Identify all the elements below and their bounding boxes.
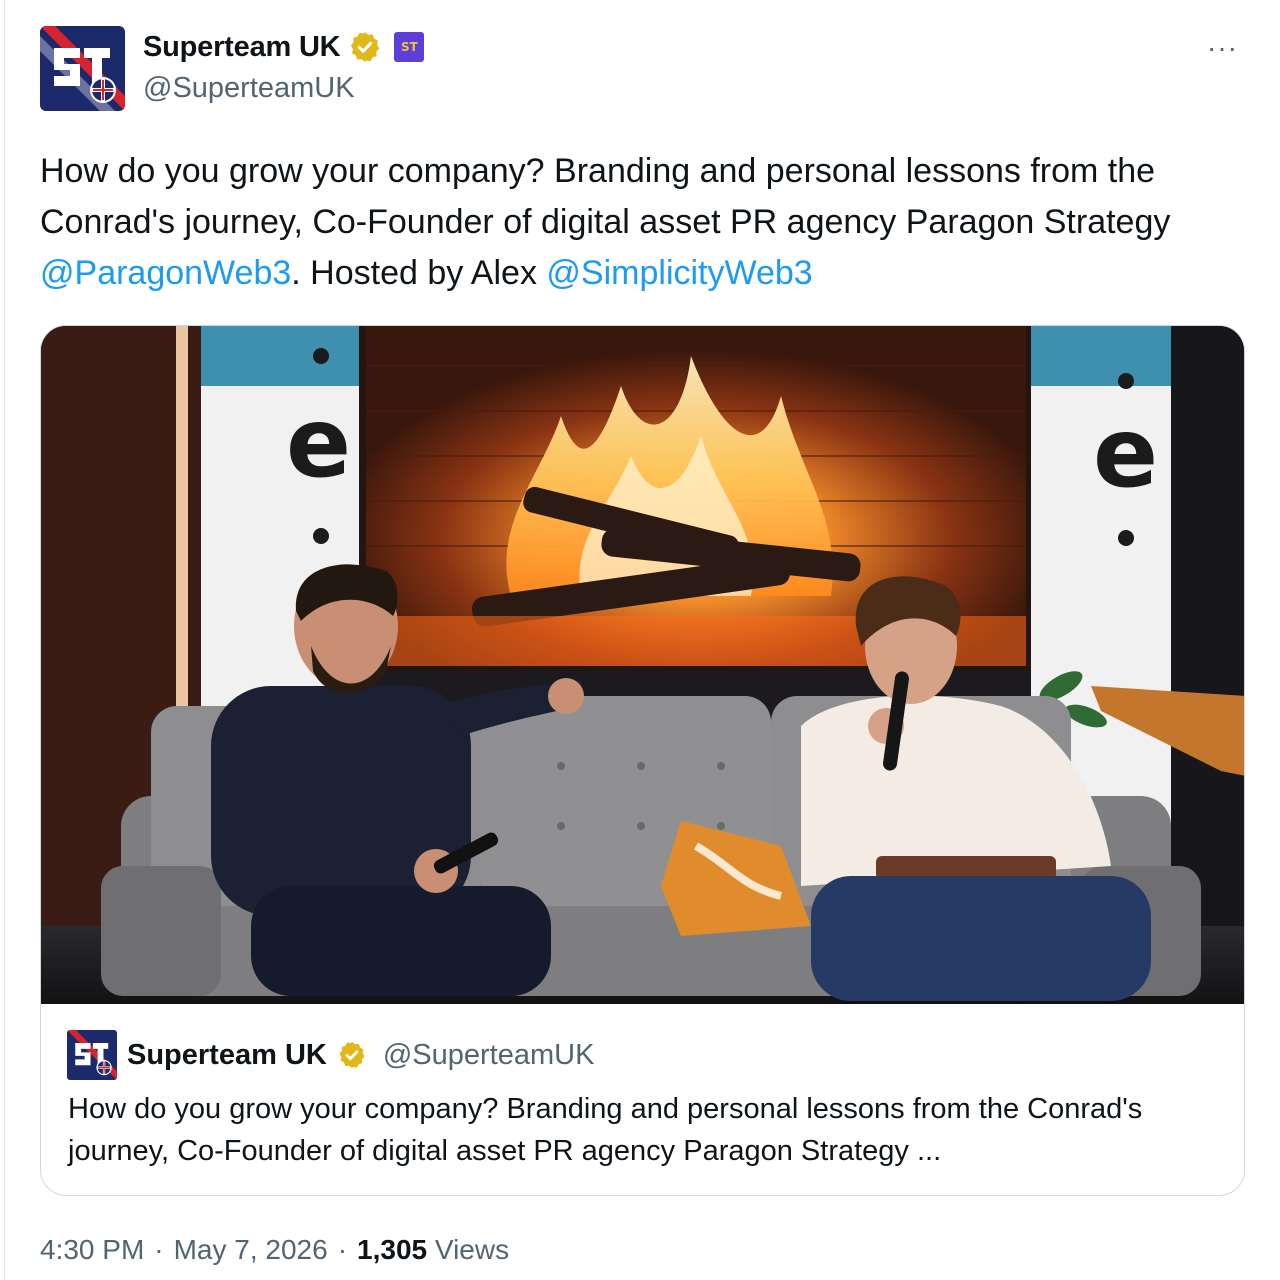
quoted-tweet-card[interactable]: e e Superteam UK @SuperteamUK How do you… xyxy=(40,325,1245,1196)
gold-verified-badge-icon[interactable] xyxy=(337,1040,367,1070)
timeline-divider xyxy=(4,0,5,1280)
quoted-author-avatar[interactable] xyxy=(67,1030,117,1080)
gold-verified-badge-icon[interactable] xyxy=(348,30,382,64)
tweet-metadata: 4:30 PM · May 7, 2026 · 1,305 Views xyxy=(40,1234,509,1266)
superteam-uk-logo-icon xyxy=(67,1030,117,1080)
mention-link-simplicityweb3[interactable]: @SimplicityWeb3 xyxy=(546,254,812,292)
views-stat[interactable]: 1,305 Views xyxy=(357,1234,509,1266)
tweet-text-segment: . Hosted by Alex xyxy=(291,254,547,292)
tweet-time[interactable]: 4:30 PM xyxy=(40,1234,144,1266)
mention-link-paragonweb3[interactable]: @ParagonWeb3 xyxy=(40,254,291,292)
meta-separator: · xyxy=(154,1234,164,1265)
quoted-tweet-text: How do you grow your company? Branding a… xyxy=(68,1093,1143,1167)
tweet-text: How do you grow your company? Branding a… xyxy=(40,146,1240,299)
more-options-icon[interactable]: ··· xyxy=(1207,32,1238,64)
superteam-uk-logo-icon xyxy=(40,26,125,111)
superteam-affiliate-badge-icon[interactable]: ST xyxy=(394,32,425,62)
author-name-row: Superteam UK ST xyxy=(143,28,425,66)
svg-text:e: e xyxy=(286,387,351,499)
author-avatar[interactable] xyxy=(40,26,125,111)
quoted-author-display-name[interactable]: Superteam UK xyxy=(127,1039,327,1072)
quoted-tweet-header: Superteam UK @SuperteamUK xyxy=(67,1029,594,1081)
meta-separator: · xyxy=(337,1234,348,1265)
author-display-name[interactable]: Superteam UK xyxy=(143,31,341,64)
views-label: Views xyxy=(434,1234,510,1265)
author-handle[interactable]: @SuperteamUK xyxy=(143,72,355,105)
affiliate-badge-letters: ST xyxy=(401,40,418,54)
views-count: 1,305 xyxy=(357,1234,428,1265)
svg-text:e: e xyxy=(1093,397,1158,509)
quoted-tweet-media[interactable]: e e xyxy=(41,326,1244,1004)
tweet-date[interactable]: May 7, 2026 xyxy=(174,1234,328,1266)
quoted-author-handle[interactable]: @SuperteamUK xyxy=(383,1039,595,1072)
tweet-text-segment: How do you grow your company? Branding a… xyxy=(40,152,1171,241)
tweet-header: Superteam UK ST @SuperteamUK ··· xyxy=(40,26,1250,112)
media-photo-illustration: e e xyxy=(41,326,1244,1004)
